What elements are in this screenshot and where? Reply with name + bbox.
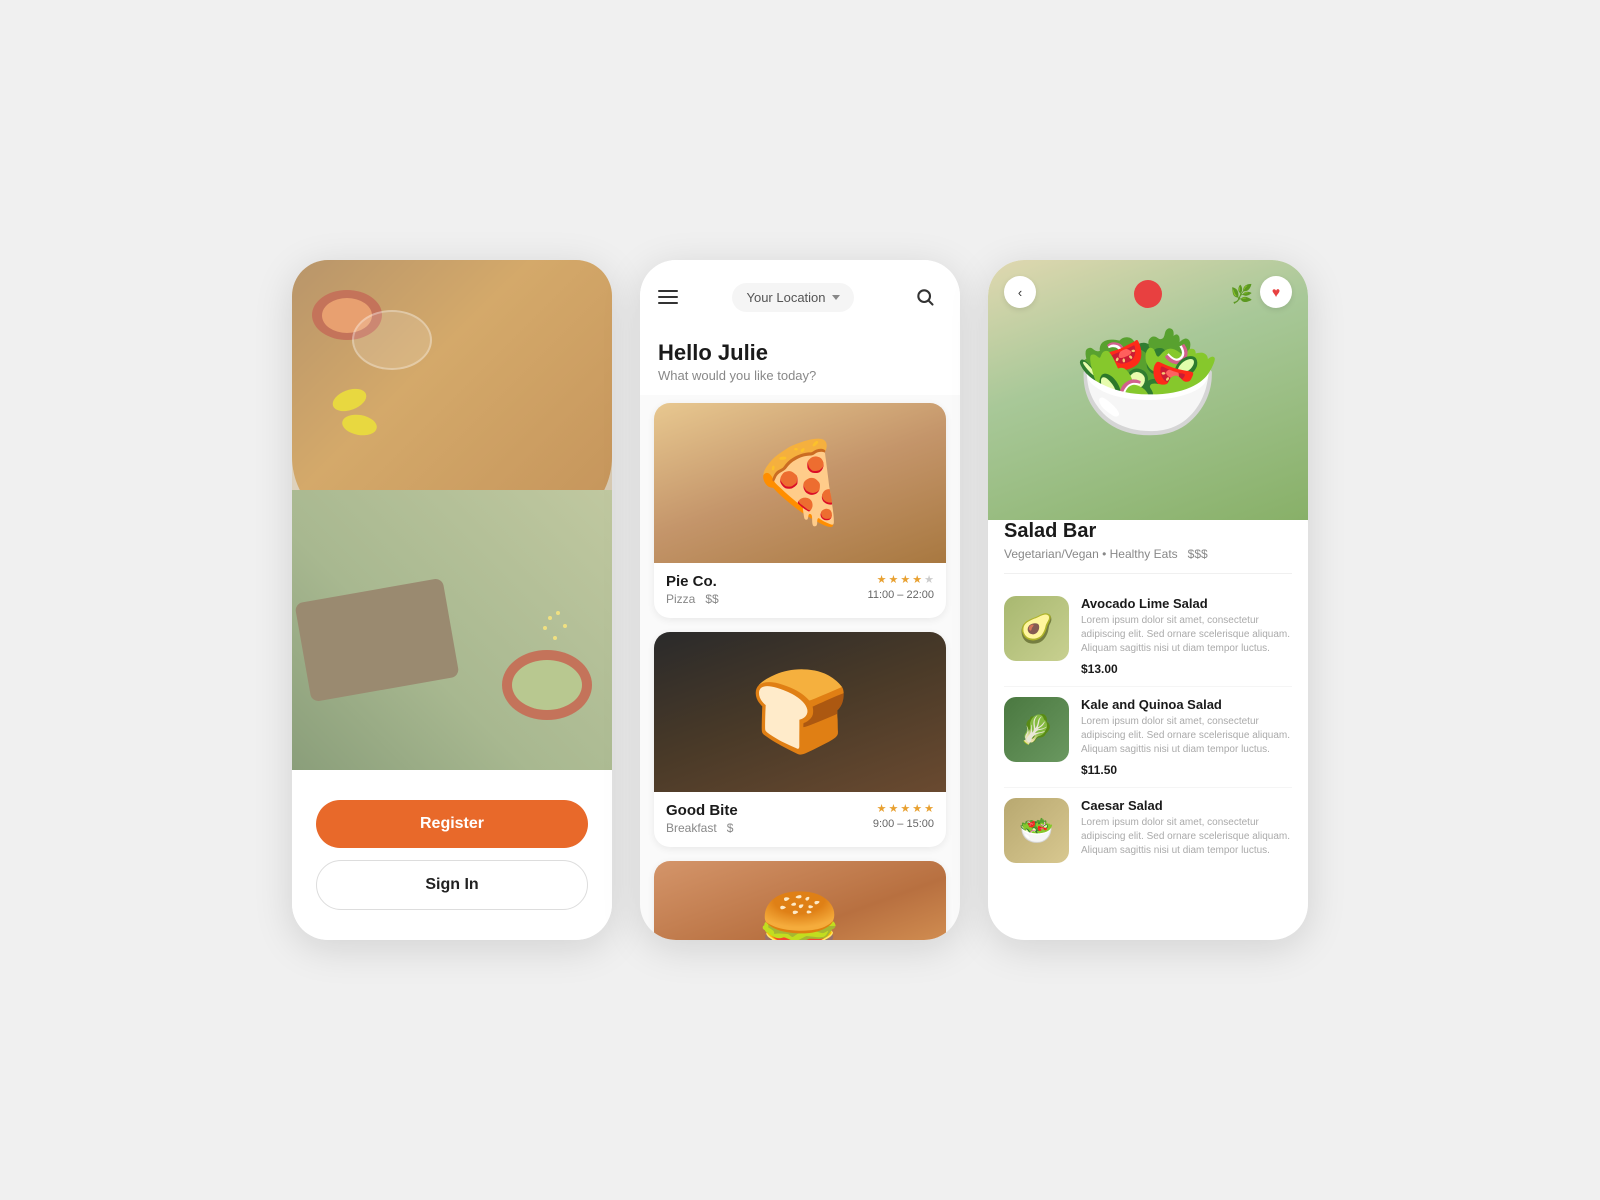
restaurant-image-good-bite [654,632,946,792]
restaurant-card-pie-co[interactable]: Pie Co. Pizza $$ ★ ★ ★ ★ ★ [654,403,946,618]
restaurant-feed: Pie Co. Pizza $$ ★ ★ ★ ★ ★ [640,395,960,940]
kale-emoji: 🥬 [1004,697,1069,762]
restaurant-meta-2: Breakfast $ [666,821,738,835]
detail-tags: Vegetarian/Vegan • Healthy Eats $$$ [1004,547,1292,561]
restaurant-card-good-bite[interactable]: Good Bite Breakfast $ ★ ★ ★ ★ ★ [654,632,946,847]
hours-text: 11:00 – 22:00 [868,589,934,601]
menu-item-caesar[interactable]: 🥗 Caesar Salad Lorem ipsum dolor sit ame… [1004,788,1292,874]
hamburger-line-3 [658,302,678,304]
location-selector[interactable]: Your Location [732,283,853,312]
home-feed-screen: Your Location Hello Julie What would you… [640,260,960,940]
menu-item-image-avocado: 🥑 [1004,596,1069,661]
menu-button[interactable] [658,290,678,304]
menu-item-name-kale: Kale and Quinoa Salad [1081,697,1292,712]
chevron-down-icon [832,295,840,300]
card-info-pie-co: Pie Co. Pizza $$ ★ ★ ★ ★ ★ [654,563,946,618]
menu-item-desc-caesar: Lorem ipsum dolor sit amet, consectetur … [1081,816,1292,858]
price-tier: $$$ [1188,547,1208,561]
star-1: ★ [877,573,887,586]
menu-item-image-kale: 🥬 [1004,697,1069,762]
hamburger-line-1 [658,290,678,292]
category-text-2: Breakfast [666,821,717,835]
tomato-decoration [1134,280,1162,308]
menu-item-info-avocado: Avocado Lime Salad Lorem ipsum dolor sit… [1081,596,1292,676]
search-button[interactable] [908,280,942,314]
star-2-2: ★ [889,802,899,815]
food-plate-decoration [352,310,432,370]
price-text-2: $ [727,821,734,835]
screen-container: Register Sign In Your Location [252,220,1348,980]
menu-item-price-kale: $11.50 [1081,763,1292,777]
greeting-name: Hello Julie [658,340,942,366]
star-3: ★ [900,573,910,586]
menu-item-info-caesar: Caesar Salad Lorem ipsum dolor sit amet,… [1081,798,1292,864]
card-right: ★ ★ ★ ★ ★ 11:00 – 22:00 [868,573,934,601]
greeting-section: Hello Julie What would you like today? [640,324,960,395]
menu-item-kale[interactable]: 🥬 Kale and Quinoa Salad Lorem ipsum dolo… [1004,687,1292,788]
detail-restaurant-name: Salad Bar [1004,520,1292,543]
star-rating-2: ★ ★ ★ ★ ★ [873,802,934,815]
tags-text: Vegetarian/Vegan • Healthy Eats [1004,547,1178,561]
hamburger-line-2 [658,296,678,298]
avocado-emoji: 🥑 [1004,596,1069,661]
action-area: Register Sign In [292,770,612,940]
back-button[interactable]: ‹ [1004,276,1036,308]
signin-button[interactable]: Sign In [316,860,588,910]
price-text: $$ [705,592,718,606]
restaurant-image-burger [654,861,946,940]
restaurant-image-pie-co [654,403,946,563]
menu-item-name-caesar: Caesar Salad [1081,798,1292,813]
star-2-3: ★ [900,802,910,815]
restaurant-card-burger[interactable] [654,861,946,940]
like-button[interactable]: ♥ [1260,276,1292,308]
detail-content: Salad Bar Vegetarian/Vegan • Healthy Eat… [988,500,1308,940]
detail-divider [1004,573,1292,574]
star-rating: ★ ★ ★ ★ ★ [868,573,934,586]
star-2: ★ [889,573,899,586]
menu-item-desc-avocado: Lorem ipsum dolor sit amet, consectetur … [1081,614,1292,656]
hours-text-2: 9:00 – 15:00 [873,818,934,830]
star-2-5: ★ [924,802,934,815]
search-icon [915,287,935,307]
card-left-2: Good Bite Breakfast $ [666,802,738,835]
menu-item-avocado[interactable]: 🥑 Avocado Lime Salad Lorem ipsum dolor s… [1004,586,1292,687]
menu-item-info-kale: Kale and Quinoa Salad Lorem ipsum dolor … [1081,697,1292,777]
heart-icon: ♥ [1272,284,1280,300]
herb-decoration: 🌿 [1231,284,1253,305]
restaurant-meta: Pizza $$ [666,592,719,606]
food-seeds-decoration [548,616,552,620]
restaurant-name-2: Good Bite [666,802,738,819]
back-arrow-icon: ‹ [1018,285,1022,300]
star-2-4: ★ [912,802,922,815]
card-right-2: ★ ★ ★ ★ ★ 9:00 – 15:00 [873,802,934,830]
menu-item-price-avocado: $13.00 [1081,662,1292,676]
category-text: Pizza [666,592,695,606]
register-button[interactable]: Register [316,800,588,848]
card-left: Pie Co. Pizza $$ [666,573,719,606]
location-text: Your Location [746,290,825,305]
restaurant-detail-screen: 🌿 ‹ ♥ Salad Bar Vegetarian/Vegan • Healt… [988,260,1308,940]
restaurant-name: Pie Co. [666,573,719,590]
food-bowl-decoration-2 [502,650,592,720]
food-background [292,260,612,770]
caesar-emoji: 🥗 [1004,798,1069,863]
star-half: ★ [912,573,922,586]
menu-item-desc-kale: Lorem ipsum dolor sit amet, consectetur … [1081,715,1292,757]
welcome-screen: Register Sign In [292,260,612,940]
star-2-1: ★ [877,802,887,815]
star-empty: ★ [924,573,934,586]
topbar: Your Location [640,260,960,324]
menu-item-name-avocado: Avocado Lime Salad [1081,596,1292,611]
menu-item-image-caesar: 🥗 [1004,798,1069,863]
greeting-subtitle: What would you like today? [658,368,942,383]
detail-hero-image: 🌿 ‹ ♥ [988,260,1308,520]
card-info-good-bite: Good Bite Breakfast $ ★ ★ ★ ★ ★ [654,792,946,847]
